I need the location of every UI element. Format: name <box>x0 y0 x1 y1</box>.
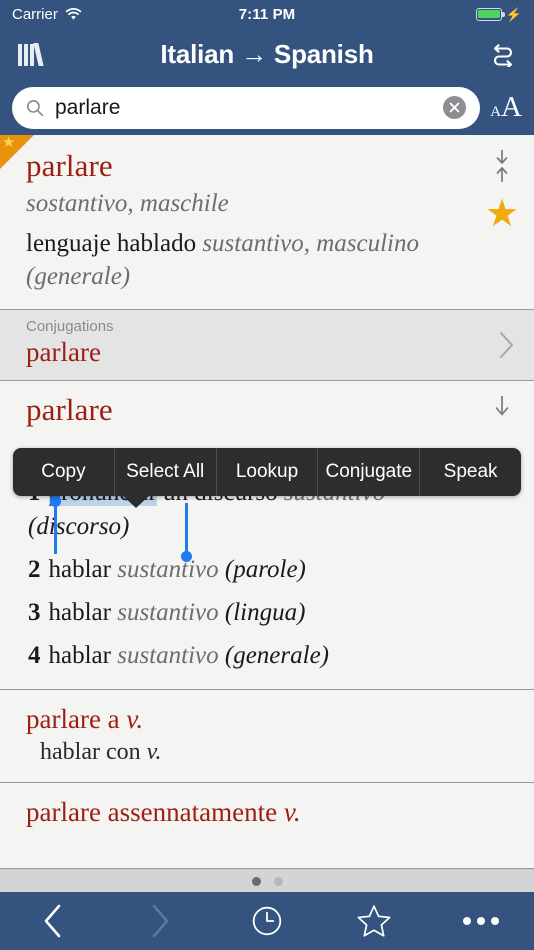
chevron-left-icon <box>45 904 61 938</box>
search-icon <box>27 99 44 116</box>
clear-search-icon[interactable] <box>443 96 467 119</box>
menu-item-select-all[interactable]: Select All <box>115 448 217 496</box>
text-size-small-label: A <box>490 104 502 120</box>
search-bar-row: parlare A A <box>0 80 534 135</box>
search-field[interactable]: parlare <box>12 86 481 129</box>
conjugations-row[interactable]: Conjugations parlare <box>0 310 534 382</box>
battery-icon <box>475 7 505 21</box>
sense-context: (lingua) <box>218 598 306 626</box>
sub-entry-headword: parlare assennatamente v. <box>26 797 508 828</box>
sub-entry-pos: v. <box>126 703 144 734</box>
sub-entry-translation-pos: v. <box>146 738 162 765</box>
sub-entry-2[interactable]: parlare assennatamente v. <box>0 782 534 870</box>
sense-item-2[interactable]: 2 hablar sustantivo (parole) <box>26 553 478 587</box>
sense-item-3[interactable]: 3 hablar sustantivo (lingua) <box>26 596 478 630</box>
wifi-icon <box>65 7 82 20</box>
history-button[interactable] <box>232 898 302 944</box>
text-selection-context-menu[interactable]: Copy Select All Lookup Conjugate Speak <box>13 448 521 496</box>
nav-bar: Italian → Spanish <box>0 28 534 80</box>
status-bar-right: ⚡ <box>475 6 522 22</box>
entry-2-headword: parlare <box>26 392 113 428</box>
dictionary-entry-1[interactable]: ★ parlare sostantivo, maschile lenguaje … <box>0 135 534 311</box>
status-bar-left: Carrier <box>12 6 82 23</box>
conjugations-label: Conjugations <box>26 318 114 336</box>
carrier-label: Carrier <box>12 5 58 23</box>
forward-button[interactable] <box>125 898 195 944</box>
star-filled-icon[interactable]: ★ <box>485 195 519 233</box>
lightning-bolt-icon: ⚡ <box>505 6 522 22</box>
bottom-toolbar <box>0 892 534 950</box>
page-dot-1[interactable] <box>251 876 261 886</box>
favorites-button[interactable] <box>339 898 409 944</box>
dictionary-app: Carrier 7:11 PM ⚡ Italian → Spanish parl… <box>0 0 534 950</box>
menu-item-conjugate[interactable]: Conjugate <box>318 448 421 496</box>
dictionary-entry-2[interactable]: parlare 1pronunciar un discurso sustanti… <box>0 381 534 690</box>
page-title: Italian → Spanish <box>160 38 374 69</box>
sense-grammar: sustantivo <box>117 555 219 583</box>
definition-text: lenguaje hablado <box>26 230 203 258</box>
more-button[interactable] <box>446 898 516 944</box>
menu-item-lookup[interactable]: Lookup <box>217 448 319 496</box>
sub-entry-pos: v. <box>283 796 301 827</box>
sub-entry-translation-text: hablar con <box>40 738 147 765</box>
sub-entry-1[interactable]: parlare a v. hablar con v. <box>0 689 534 783</box>
sense-number: 2 <box>28 555 41 583</box>
entry-definition: lenguaje hablado sustantivo, masculino (g… <box>26 227 478 293</box>
menu-item-speak[interactable]: Speak <box>420 448 521 496</box>
selection-handle-right[interactable] <box>180 503 193 562</box>
collapse-entry-icon[interactable] <box>491 149 513 183</box>
bookmark-corner-badge: ★ <box>0 135 34 169</box>
corner-star-icon: ★ <box>2 135 16 151</box>
sense-item-4[interactable]: 4 hablar sustantivo (generale) <box>26 639 478 673</box>
status-bar: Carrier 7:11 PM ⚡ <box>0 0 534 28</box>
expand-entry-icon[interactable] <box>491 395 513 425</box>
results-list[interactable]: ★ parlare sostantivo, maschile lenguaje … <box>0 135 534 870</box>
sense-text: hablar <box>48 641 118 669</box>
sense-grammar: sustantivo <box>117 641 219 669</box>
sense-grammar: sustantivo <box>117 598 219 626</box>
sense-number: 4 <box>28 641 41 669</box>
star-outline-icon <box>357 905 391 937</box>
sense-number: 3 <box>28 598 41 626</box>
sub-entry-term: parlare assennatamente <box>26 796 284 827</box>
selection-handle-left[interactable] <box>49 495 62 554</box>
sub-entry-headword: parlare a v. <box>26 704 508 735</box>
text-size-large-label: A <box>501 91 522 123</box>
sense-text: hablar <box>48 598 118 626</box>
swap-languages-icon[interactable] <box>490 41 516 67</box>
chevron-right-icon[interactable] <box>498 330 516 360</box>
back-button[interactable] <box>18 898 88 944</box>
sense-context: (parole) <box>218 555 306 583</box>
ellipsis-icon <box>462 917 499 925</box>
page-dot-2[interactable] <box>273 876 283 886</box>
sense-context: (generale) <box>218 641 329 669</box>
sense-text: hablar <box>48 555 118 583</box>
clock-history-icon <box>252 906 282 936</box>
text-size-button[interactable]: A A <box>490 91 522 123</box>
definition-grammar: sustantivo, masculino <box>202 230 419 258</box>
entry-headword: parlare <box>26 148 113 183</box>
page-indicator[interactable] <box>0 870 534 892</box>
conjugations-word: parlare <box>26 337 101 368</box>
context-menu-pointer <box>122 495 150 508</box>
sub-entry-translation: hablar con v. <box>26 739 508 766</box>
entry-1-icons: ★ <box>482 149 522 233</box>
definition-context: (generale) <box>26 263 131 291</box>
entry-grammar: sostantivo, maschile <box>26 189 229 217</box>
sense-context: (discorso) <box>28 512 130 540</box>
chevron-right-icon <box>152 904 169 938</box>
sub-entry-term: parlare a <box>26 703 127 734</box>
library-books-icon[interactable] <box>18 42 44 66</box>
menu-item-copy[interactable]: Copy <box>13 448 115 496</box>
search-input[interactable]: parlare <box>55 96 432 120</box>
